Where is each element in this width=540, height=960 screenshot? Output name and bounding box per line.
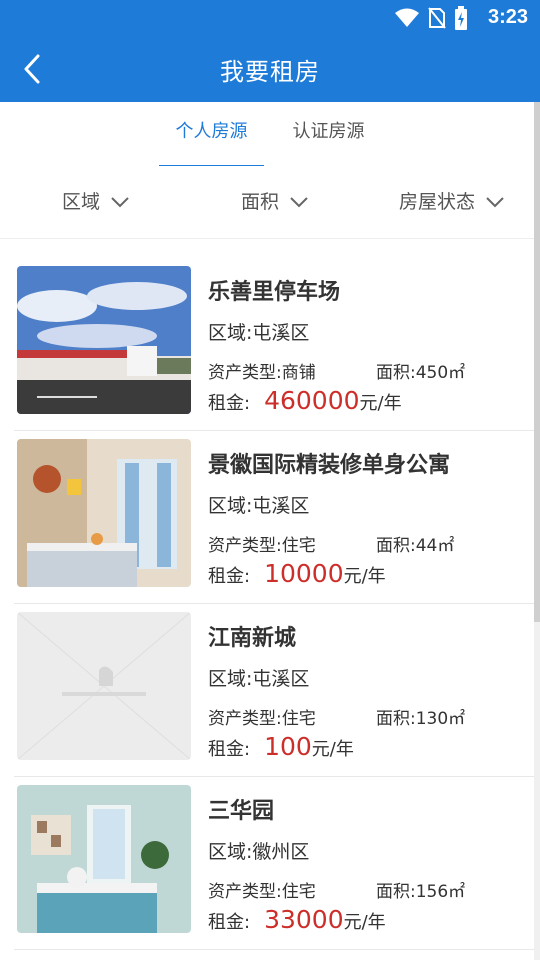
listing-item[interactable]: 三华园 区域:徽州区 资产类型:住宅 面积:156㎡ 租金: 33000 元/年 xyxy=(14,777,540,950)
listing-photo-bedroom xyxy=(17,439,191,587)
listing-region: 区域:徽州区 xyxy=(208,841,310,863)
tab-certified-listings[interactable]: 认证房源 xyxy=(276,102,381,166)
listing-rent: 租金: 100 元/年 xyxy=(208,732,354,761)
filter-house-status[interactable]: 房屋状态 xyxy=(399,166,505,238)
listing-rent: 租金: 10000 元/年 xyxy=(208,559,386,588)
rent-value: 10000 xyxy=(264,559,344,588)
rent-value: 460000 xyxy=(264,386,360,415)
listing-area: 面积:44㎡ xyxy=(376,536,455,556)
rent-label: 租金: xyxy=(208,739,251,760)
listing-asset-type: 资产类型:住宅 xyxy=(208,536,316,556)
listing-title: 乐善里停车场 xyxy=(208,280,341,305)
listing-asset-type: 资产类型:商铺 xyxy=(208,363,316,383)
wifi-icon xyxy=(395,8,419,27)
listing-photo-placeholder xyxy=(17,612,191,760)
listing-region: 区域:屯溪区 xyxy=(208,322,310,344)
listing-area: 面积:130㎡ xyxy=(376,709,466,729)
no-sim-icon xyxy=(428,7,446,29)
rent-label: 租金: xyxy=(208,912,251,933)
listing-region: 区域:屯溪区 xyxy=(208,668,310,690)
rent-label: 租金: xyxy=(208,393,251,414)
listing-item[interactable]: 江南新城 区域:屯溪区 资产类型:住宅 面积:130㎡ 租金: 100 元/年 xyxy=(14,604,540,777)
listing-photo-commercial-building xyxy=(17,266,191,414)
chevron-down-icon xyxy=(290,197,308,208)
listing-title: 江南新城 xyxy=(208,626,297,651)
listing-area: 面积:156㎡ xyxy=(376,882,466,902)
listing-photo-bedroom xyxy=(17,785,191,933)
app-header: 3:23 我要租房 xyxy=(0,0,540,102)
rent-unit: 元/年 xyxy=(359,393,402,414)
rent-label: 租金: xyxy=(208,566,251,587)
listing-title: 景徽国际精装修单身公寓 xyxy=(208,453,451,478)
rent-unit: 元/年 xyxy=(311,739,354,760)
listing-rent: 租金: 33000 元/年 xyxy=(208,905,386,934)
listing-region: 区域:屯溪区 xyxy=(208,495,310,517)
status-time: 3:23 xyxy=(487,6,528,28)
page-title: 我要租房 xyxy=(220,58,320,86)
listing-item[interactable]: 乐善里停车场 区域:屯溪区 资产类型:商铺 面积:450㎡ 租金: 460000… xyxy=(14,258,540,431)
filter-status-label: 房屋状态 xyxy=(399,191,476,213)
listing-rent: 租金: 460000 元/年 xyxy=(208,386,402,415)
battery-icon xyxy=(455,6,467,30)
chevron-down-icon xyxy=(111,197,129,208)
chevron-down-icon xyxy=(486,197,504,208)
tab-personal-listings[interactable]: 个人房源 xyxy=(159,102,264,166)
rent-unit: 元/年 xyxy=(343,912,386,933)
listing-title: 三华园 xyxy=(208,799,275,824)
listing-asset-type: 资产类型:住宅 xyxy=(208,709,316,729)
filter-region[interactable]: 区域 xyxy=(62,166,130,238)
filter-area[interactable]: 面积 xyxy=(241,166,309,238)
listing-asset-type: 资产类型:住宅 xyxy=(208,882,316,902)
filter-area-label: 面积 xyxy=(241,191,280,213)
listing-item[interactable]: 景徽国际精装修单身公寓 区域:屯溪区 资产类型:住宅 面积:44㎡ 租金: 10… xyxy=(14,431,540,604)
rent-value: 33000 xyxy=(264,905,344,934)
filter-bar: 区域 面积 房屋状态 xyxy=(0,166,540,239)
tab-bar: 个人房源 认证房源 xyxy=(0,102,540,167)
rent-unit: 元/年 xyxy=(343,566,386,587)
listing-area: 面积:450㎡ xyxy=(376,363,466,383)
scrollbar-thumb[interactable] xyxy=(534,102,540,622)
filter-region-label: 区域 xyxy=(62,191,101,213)
status-icons xyxy=(394,6,468,30)
rent-value: 100 xyxy=(264,732,312,761)
